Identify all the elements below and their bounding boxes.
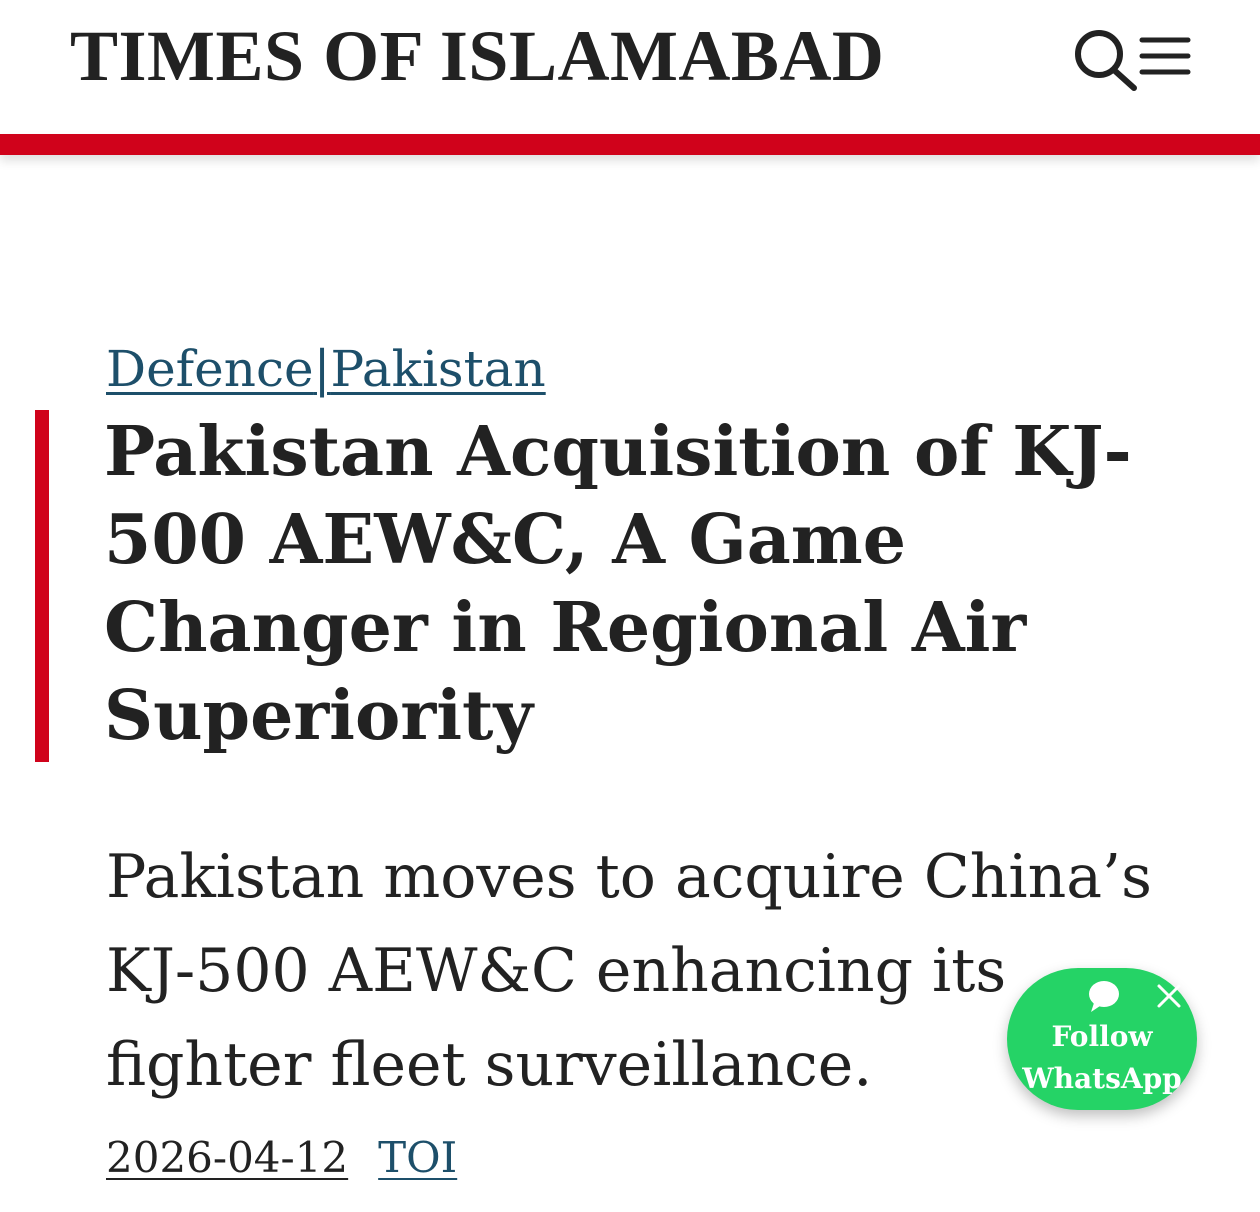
header-actions [1072, 26, 1192, 92]
category-separator: | [313, 340, 331, 398]
whatsapp-label-line2: WhatsApp [1022, 1062, 1182, 1095]
chat-bubble-icon [1089, 981, 1119, 1012]
article-date[interactable]: 2026-04-12 [106, 1133, 348, 1182]
menu-icon[interactable] [1136, 34, 1192, 80]
whatsapp-label: Follow WhatsApp [1007, 1016, 1197, 1100]
header-accent-bar [0, 134, 1260, 155]
site-header: TIMES OF ISLAMABAD [0, 0, 1260, 134]
article-meta: 2026-04-12 TOI [106, 1128, 457, 1188]
whatsapp-follow-button[interactable]: Follow WhatsApp [1007, 968, 1197, 1110]
site-logo[interactable]: TIMES OF ISLAMABAD [70, 14, 884, 98]
whatsapp-label-line1: Follow [1051, 1020, 1153, 1053]
category-link-defence[interactable]: Defence [106, 340, 314, 398]
title-accent-bar [35, 410, 49, 762]
close-icon[interactable] [1155, 982, 1183, 1010]
breadcrumb: Defence|Pakistan [106, 336, 546, 402]
category-link-pakistan[interactable]: Pakistan [330, 340, 545, 398]
article-author[interactable]: TOI [378, 1133, 457, 1182]
search-icon[interactable] [1072, 26, 1138, 92]
article-title: Pakistan Acquisition of KJ-500 AEW&C, A … [104, 412, 1132, 756]
